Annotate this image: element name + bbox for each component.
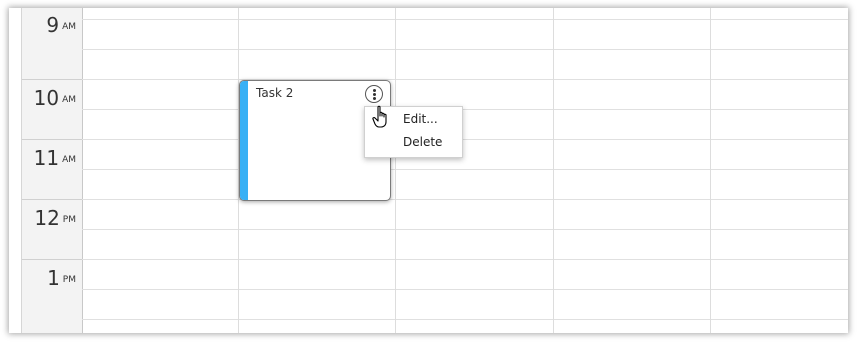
grid-line: [82, 289, 848, 290]
grid-line: [82, 79, 848, 80]
event-color-bar: [240, 81, 248, 200]
hand-pointer-icon: [372, 105, 387, 128]
hour-label: 1 PM: [47, 266, 76, 290]
hour-row-10am: 10 AM: [22, 79, 82, 139]
vertical-ellipsis-icon[interactable]: [365, 85, 383, 103]
hour-row-1pm: 1 PM: [22, 259, 82, 319]
grid-line: [82, 259, 848, 260]
day-column-divider: [395, 8, 396, 333]
hour-label: 9 AM: [46, 13, 76, 37]
grid-line: [82, 229, 848, 230]
time-column: 9 AM 10 AM 11 AM 12 PM 1 PM: [21, 8, 83, 333]
day-column-divider: [553, 8, 554, 333]
hour-label: 11 AM: [33, 146, 76, 170]
calendar-grid[interactable]: [82, 8, 848, 333]
calendar-view: 9 AM 10 AM 11 AM 12 PM 1 PM Task 2 Edit.…: [9, 8, 848, 333]
grid-line: [82, 169, 848, 170]
hour-row-12pm: 12 PM: [22, 199, 82, 259]
grid-line: [82, 109, 848, 110]
grid-line: [82, 139, 848, 140]
grid-line: [82, 199, 848, 200]
hour-label: 10 AM: [33, 86, 76, 110]
hour-row-9am: 9 AM: [22, 8, 82, 66]
grid-line: [82, 319, 848, 320]
menu-item-delete[interactable]: Delete: [365, 131, 462, 154]
event-title: Task 2: [256, 86, 294, 100]
hour-label: 12 PM: [34, 206, 76, 230]
day-column-divider: [710, 8, 711, 333]
grid-line: [82, 49, 848, 50]
grid-line: [82, 19, 848, 20]
hour-row-11am: 11 AM: [22, 139, 82, 199]
